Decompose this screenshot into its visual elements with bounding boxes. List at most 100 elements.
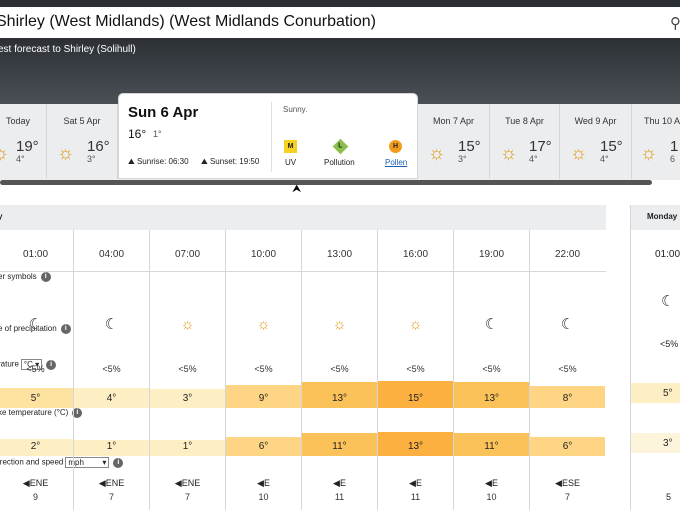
wind-direction: ◀ENE	[74, 478, 149, 489]
day-tab[interactable]: Thu 10 Ap ☼ 1 6	[632, 104, 680, 179]
sun-icon: ☼	[0, 143, 10, 164]
hour-column: 22:00 ☾ <5% 8° 6° ◀ESE 7	[529, 230, 605, 510]
wind-speed: 10	[258, 492, 269, 502]
moon-icon: ☾	[28, 316, 43, 333]
wind-direction-label: E	[339, 478, 346, 488]
uv-badge: M	[284, 140, 297, 153]
pollen-link[interactable]: Pollen	[385, 158, 407, 167]
temp-value: 15°	[407, 393, 424, 404]
hour-time: 01:00	[22, 249, 49, 260]
feels-value: 1°	[182, 441, 193, 452]
day-high: 19°	[16, 138, 39, 155]
wind-speed: 7	[108, 492, 114, 502]
pollution-badge: L	[332, 138, 349, 155]
feels-value: 11°	[484, 441, 499, 452]
day-tab[interactable]: Today ☼ 19° 4°	[0, 104, 47, 179]
temp-cell: 9°	[226, 385, 301, 408]
hour-column: 16:00 ☼ <5% 15° 13° ◀E 11	[377, 230, 453, 510]
moon-icon: ☾	[484, 316, 499, 333]
forecast-subtitle: est forecast to Shirley (Solihull)	[0, 44, 136, 55]
precip-value: <5%	[558, 364, 577, 374]
wind-arrow-icon: ◀	[485, 478, 492, 488]
wind-arrow-icon: ◀	[409, 478, 416, 488]
day-tab[interactable]: Tue 8 Apr ☼ 17° 4°	[490, 104, 560, 179]
feels-cell: 11°	[302, 433, 377, 456]
sunset: ⛰ Sunset: 19:50	[201, 157, 259, 167]
day-name: Mon 7 Apr	[432, 116, 475, 126]
sun-icon: ☼	[256, 316, 271, 333]
moon-icon: ☾	[104, 316, 119, 333]
day-name: Tue 8 Apr	[505, 116, 544, 126]
hour-column: 04:00 ☾ <5% 4° 1° ◀ENE 7	[73, 230, 149, 510]
day-name: Today	[5, 116, 31, 126]
mouse-cursor-icon: ⮝	[292, 183, 302, 195]
pollution-badge-letter: L	[338, 143, 343, 150]
pollen-badge: H	[389, 140, 402, 153]
wind-arrow-icon: ◀	[22, 478, 30, 488]
feels-value: 11°	[332, 441, 347, 452]
wind-direction-label: ESE	[561, 478, 580, 488]
feels-value: 2°	[30, 441, 41, 452]
selected-day-panel[interactable]: Sun 6 Apr 16° 1° ⛰ Sunrise: 06:30 ⛰ Suns…	[118, 93, 418, 179]
next-day-header: Monday	[631, 205, 680, 230]
temp-cell: 8°	[530, 386, 605, 408]
wind-direction: ◀E	[302, 478, 377, 489]
wind-direction: ◀ENE	[150, 478, 225, 489]
temp-value: 5°	[663, 388, 673, 399]
temp-value: 13°	[331, 393, 348, 404]
search-icon[interactable]: ⚲	[670, 14, 680, 32]
hour-time: 07:00	[174, 249, 201, 260]
pollution-label: Pollution	[324, 158, 355, 167]
feels-cell: 2°	[0, 439, 73, 456]
hour-column: 13:00 ☼ <5% 13° 11° ◀E 11	[301, 230, 377, 510]
day-high: 16°	[87, 138, 110, 155]
feels-cell: 11°	[454, 433, 529, 456]
day-low: 6	[670, 154, 676, 164]
wind-direction: ◀ENE	[0, 478, 73, 489]
temp-cell: 13°	[302, 382, 377, 408]
day-tab[interactable]: Mon 7 Apr ☼ 15° 3°	[418, 104, 490, 179]
selected-day-low: 1°	[153, 129, 162, 139]
day-low: 3°	[458, 154, 467, 164]
wind-direction: ◀E	[226, 478, 301, 489]
wind-speed: 7	[184, 492, 190, 502]
hour-time: 10:00	[250, 249, 277, 260]
feels-value: 6°	[258, 441, 269, 452]
day-tab[interactable]: Sat 5 Apr ☼ 16° 3°	[47, 104, 118, 179]
wind-direction-label: ENE	[181, 478, 201, 488]
day-tab[interactable]: Wed 9 Apr ☼ 15° 4°	[560, 104, 632, 179]
wind-speed: 5	[666, 492, 672, 502]
uv-label: UV	[285, 158, 297, 167]
day-high: 1	[670, 138, 679, 155]
hour-time: 13:00	[326, 249, 353, 260]
hour-time: 19:00	[478, 249, 505, 260]
precip-value: <5%	[178, 364, 197, 374]
day-name: Sat 5 Apr	[63, 116, 101, 126]
day-name: Thu 10 Ap	[644, 116, 680, 126]
horizontal-scrollbar[interactable]	[0, 180, 652, 185]
hourly-day-name: y	[0, 212, 3, 221]
wind-arrow-icon: ◀	[555, 478, 562, 488]
day-low: 3°	[87, 154, 96, 164]
temp-value: 8°	[562, 393, 573, 404]
temp-value: 13°	[483, 393, 500, 404]
wind-direction-label: ENE	[29, 478, 49, 488]
wind-speed: 11	[334, 492, 345, 502]
sunrise-icon: ⛰	[128, 157, 137, 166]
hourly-day-header: y	[0, 205, 606, 230]
divider	[271, 102, 272, 172]
temp-cell: 13°	[454, 382, 529, 408]
wind-direction: ◀E	[454, 478, 529, 489]
temp-value: 5°	[30, 393, 41, 404]
sun-icon: ☼	[428, 143, 446, 164]
feels-cell: 13°	[378, 432, 453, 456]
temp-cell: 5°	[631, 383, 680, 403]
temp-cell: 4°	[74, 388, 149, 408]
sunrise-time: Sunrise: 06:30	[136, 157, 189, 166]
hour-column: 07:00 ☼ <5% 3° 1° ◀ENE 7	[149, 230, 225, 510]
hour-time: 22:00	[554, 249, 581, 260]
precip-value: <5%	[254, 364, 273, 374]
top-bar	[0, 0, 680, 7]
feels-value: 3°	[663, 438, 673, 449]
sun-icon: ☼	[570, 143, 588, 164]
